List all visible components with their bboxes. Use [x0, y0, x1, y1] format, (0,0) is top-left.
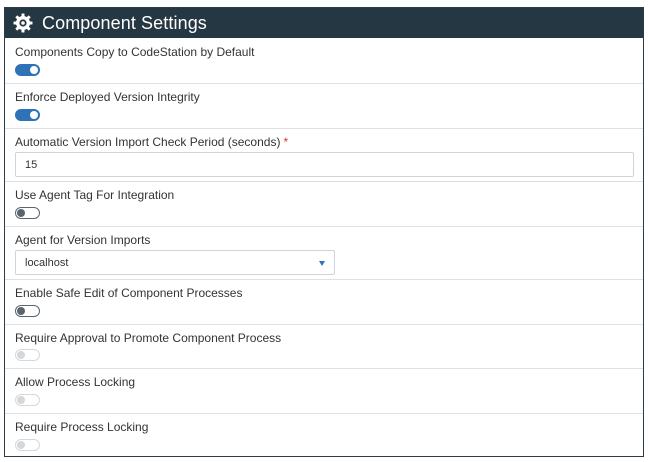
copy-to-codestation-toggle[interactable] [15, 64, 40, 76]
toggle-knob [30, 66, 38, 74]
setting-label: Enable Safe Edit of Component Processes [15, 286, 243, 300]
chevron-down-icon [319, 261, 325, 266]
setting-label: Enforce Deployed Version Integrity [15, 90, 200, 104]
allow-locking-toggle[interactable] [15, 394, 40, 406]
setting-label: Automatic Version Import Check Period (s… [15, 135, 288, 149]
toggle-knob [30, 111, 38, 119]
use-agent-tag-toggle[interactable] [15, 207, 40, 219]
import-check-period-input[interactable]: 15 [15, 152, 634, 177]
gear-icon [13, 13, 33, 33]
setting-safe-edit: Enable Safe Edit of Component Processes [5, 279, 643, 325]
toggle-knob [17, 441, 25, 449]
setting-agent-for-imports: Agent for Version Imports localhost [5, 226, 643, 280]
setting-require-approval: Require Approval to Promote Component Pr… [5, 324, 643, 369]
toggle-knob [17, 307, 25, 315]
require-locking-toggle[interactable] [15, 439, 40, 451]
toggle-knob [17, 209, 25, 217]
setting-label: Use Agent Tag For Integration [15, 188, 175, 202]
setting-label: Agent for Version Imports [15, 233, 151, 247]
setting-allow-locking: Allow Process Locking [5, 368, 643, 414]
panel-header: Component Settings [5, 8, 643, 38]
setting-enforce-integrity: Enforce Deployed Version Integrity [5, 83, 643, 129]
enforce-integrity-toggle[interactable] [15, 109, 40, 121]
agent-select-value: localhost [25, 257, 69, 269]
setting-label: Allow Process Locking [15, 375, 136, 389]
setting-label-text: Automatic Version Import Check Period (s… [15, 135, 281, 149]
required-marker: * [283, 135, 289, 149]
setting-require-locking: Require Process Locking [5, 413, 643, 456]
component-settings-panel: Component Settings Components Copy to Co… [4, 7, 644, 457]
toggle-knob [17, 396, 25, 404]
setting-label: Components Copy to CodeStation by Defaul… [15, 45, 255, 59]
agent-select[interactable]: localhost [15, 250, 335, 275]
setting-use-agent-tag: Use Agent Tag For Integration [5, 181, 643, 227]
panel-title: Component Settings [42, 12, 207, 33]
setting-import-check-period: Automatic Version Import Check Period (s… [5, 128, 643, 182]
safe-edit-toggle[interactable] [15, 305, 40, 317]
setting-label: Require Approval to Promote Component Pr… [15, 331, 282, 345]
setting-copy-to-codestation: Components Copy to CodeStation by Defaul… [5, 38, 643, 84]
require-approval-toggle[interactable] [15, 349, 40, 361]
setting-label: Require Process Locking [15, 420, 149, 434]
toggle-knob [17, 351, 25, 359]
